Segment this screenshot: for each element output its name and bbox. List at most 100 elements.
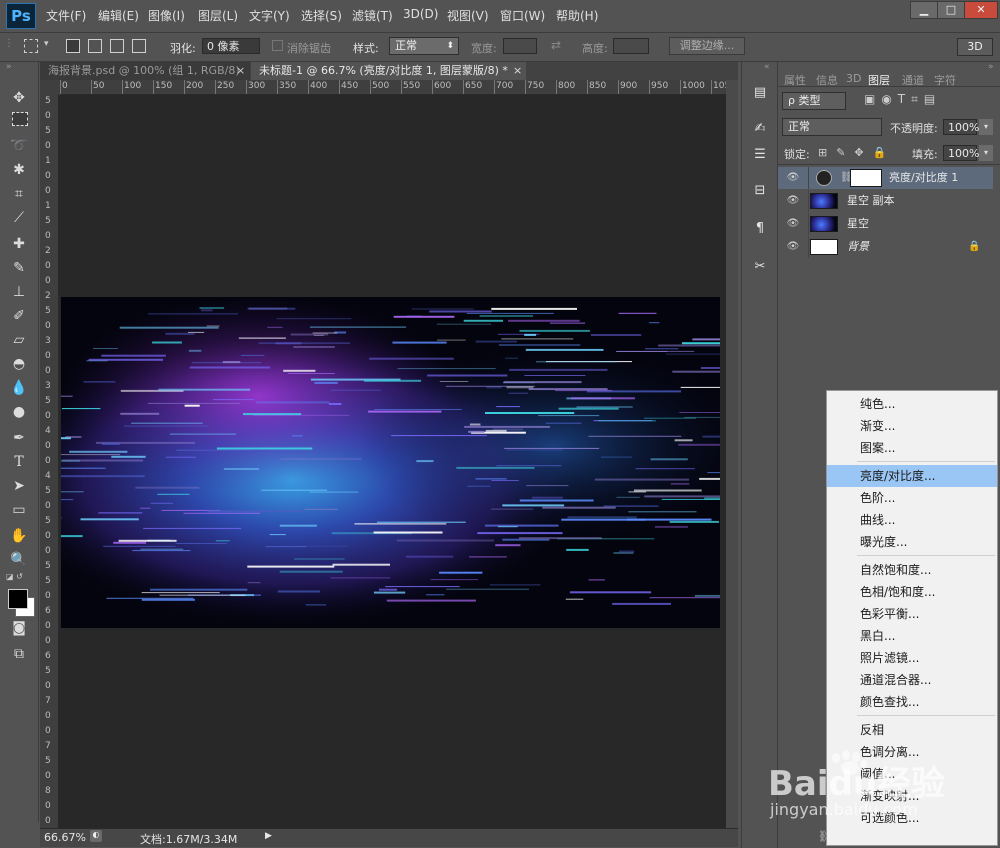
collapse-icon[interactable]: » — [6, 62, 12, 72]
visibility-eye-icon[interactable]: 👁 — [786, 194, 800, 208]
menu-window[interactable]: 窗口(W) — [500, 7, 545, 24]
menu-layer[interactable]: 图层(L) — [198, 7, 238, 24]
refine-edge-button[interactable]: 调整边缘... — [669, 37, 745, 55]
eraser-tool-icon[interactable]: ▱ — [9, 330, 29, 350]
visibility-eye-icon[interactable]: 👁 — [786, 171, 800, 185]
tools-options-panel-icon[interactable]: ✂ — [751, 258, 769, 276]
menu-item[interactable]: 黑白... — [827, 625, 997, 647]
adjustments-panel-icon[interactable]: ☰ — [751, 146, 769, 164]
menu-item[interactable]: 自然饱和度... — [827, 559, 997, 581]
history-panel-icon[interactable]: ▤ — [751, 84, 769, 102]
menu-item[interactable]: 照片滤镜... — [827, 647, 997, 669]
crop-tool-icon[interactable]: ⌗ — [9, 184, 29, 204]
intersect-selection-icon[interactable] — [132, 39, 146, 53]
workspace-dropdown[interactable]: 3D — [957, 38, 993, 56]
lasso-tool-icon[interactable]: ➰ — [9, 136, 29, 156]
collapse-icon[interactable]: » — [988, 62, 994, 72]
menu-item[interactable]: 色阶... — [827, 487, 997, 509]
menu-item[interactable]: 色彩平衡... — [827, 603, 997, 625]
paint-bucket-tool-icon[interactable]: ◓ — [9, 354, 29, 374]
opacity-input[interactable]: 100% — [943, 119, 979, 135]
menu-item[interactable]: 曝光度... — [827, 531, 997, 553]
history-brush-tool-icon[interactable]: ✐ — [9, 306, 29, 326]
chevron-down-icon[interactable]: ▾ — [44, 39, 49, 49]
magic-wand-tool-icon[interactable]: ✱ — [9, 160, 29, 180]
hand-tool-icon[interactable]: ✋ — [9, 526, 29, 546]
zoom-level[interactable]: 66.67% — [44, 831, 86, 844]
menu-item[interactable]: 色相/饱和度... — [827, 581, 997, 603]
marquee-tool-preset-icon[interactable] — [24, 39, 38, 53]
minimize-button[interactable]: ▁ — [910, 1, 938, 19]
tab-untitled-1[interactable]: 未标题-1 @ 66.7% (亮度/对比度 1, 图层蒙版/8) * × — [251, 62, 526, 80]
menu-item[interactable]: 渐变... — [827, 415, 997, 437]
pen-tool-icon[interactable]: ✒ — [9, 428, 29, 448]
style-dropdown[interactable]: 正常 ⬍ — [389, 37, 459, 55]
antialias-checkbox[interactable] — [272, 40, 283, 51]
horizontal-ruler[interactable]: 0 50 100 150 200 250 300 350 400 450 500 550 600 650 7… — [60, 80, 726, 95]
canvas-vertical-scrollbar[interactable] — [726, 80, 738, 828]
subtract-selection-icon[interactable] — [110, 39, 124, 53]
menu-edit[interactable]: 编辑(E) — [98, 7, 139, 24]
menu-type[interactable]: 文字(Y) — [249, 7, 290, 24]
tool-presets-panel-icon[interactable]: ⊟ — [751, 182, 769, 200]
filter-icons[interactable]: ▣◉T⌗▤ — [864, 92, 941, 107]
type-tool-icon[interactable]: T — [9, 452, 29, 472]
close-button[interactable]: ✕ — [964, 1, 998, 19]
dodge-tool-icon[interactable]: ● — [9, 402, 29, 422]
vertical-ruler[interactable]: 5 0 5 0 1 0 0 1 5 0 2 0 0 2 5 0 3 0 0 3 5 0 4 0 0 4 5 0 5 0 0 5 5 0 6 0 0 6 5 0… — [40, 94, 59, 828]
brush-preset-panel-icon[interactable]: ✍ — [751, 120, 769, 138]
tab-close-icon[interactable]: × — [236, 62, 245, 80]
tab-3d[interactable]: 3D — [846, 72, 861, 85]
swap-icon[interactable]: ⇄ — [551, 38, 561, 52]
status-menu-arrow[interactable]: ▶ — [265, 831, 272, 841]
fill-input[interactable]: 100% — [943, 145, 979, 161]
menu-view[interactable]: 视图(V) — [447, 7, 489, 24]
default-colors-icon[interactable]: ◪ ↺ — [6, 572, 23, 581]
collapse-icon[interactable]: « — [764, 62, 770, 72]
zoom-tool-icon[interactable]: 🔍 — [9, 550, 29, 570]
feather-input[interactable]: 0 像素 — [202, 38, 260, 54]
layer-mask-thumbnail[interactable] — [850, 169, 882, 187]
document-image[interactable] — [61, 297, 720, 628]
tab-layers[interactable]: 图层 — [864, 68, 894, 92]
menu-item[interactable]: 曲线... — [827, 509, 997, 531]
width-input[interactable] — [503, 38, 537, 54]
layer-row-starfield[interactable]: 👁 星空 — [778, 213, 993, 235]
lock-icons[interactable]: ⊞✎✥🔒 — [818, 146, 895, 159]
layer-row-brightness-contrast[interactable]: 👁 ⛓ 亮度/对比度 1 — [778, 167, 993, 189]
layer-filter-dropdown[interactable]: ρ 类型 — [782, 92, 846, 110]
menu-help[interactable]: 帮助(H) — [556, 7, 598, 24]
healing-brush-tool-icon[interactable]: ✚ — [9, 234, 29, 254]
menu-item[interactable]: 纯色... — [827, 393, 997, 415]
add-selection-icon[interactable] — [88, 39, 102, 53]
layer-row-background[interactable]: 👁 背景 🔒 — [778, 236, 993, 258]
height-input[interactable] — [613, 38, 649, 54]
rect-marquee-tool-icon[interactable] — [12, 112, 28, 126]
menu-item[interactable]: 颜色查找... — [827, 691, 997, 713]
move-tool-icon[interactable]: ✥ — [9, 88, 29, 108]
screen-mode-icon[interactable]: ⧉ — [9, 644, 29, 664]
brush-tool-icon[interactable]: ✎ — [9, 258, 29, 278]
menu-file[interactable]: 文件(F) — [46, 7, 86, 24]
menu-item[interactable]: 图案... — [827, 437, 997, 459]
blend-mode-dropdown[interactable]: 正常 — [782, 118, 882, 136]
rectangle-tool-icon[interactable]: ▭ — [9, 500, 29, 520]
visibility-eye-icon[interactable]: 👁 — [786, 217, 800, 231]
menu-select[interactable]: 选择(S) — [301, 7, 342, 24]
quick-mask-icon[interactable]: ◙ — [9, 618, 29, 638]
clone-stamp-tool-icon[interactable]: ⊥ — [9, 282, 29, 302]
path-selection-tool-icon[interactable]: ➤ — [9, 476, 29, 496]
tab-poster-background[interactable]: 海报背景.psd @ 100% (组 1, RGB/8) × — [40, 62, 250, 80]
menu-item[interactable]: 亮度/对比度... — [827, 465, 997, 487]
menu-item[interactable]: 反相 — [827, 719, 997, 741]
ruler-origin[interactable] — [40, 80, 60, 94]
layer-row-starfield-copy[interactable]: 👁 星空 副本 — [778, 190, 993, 212]
maximize-button[interactable]: □ — [937, 1, 965, 19]
tab-close-icon[interactable]: × — [513, 62, 522, 80]
menu-image[interactable]: 图像(I) — [148, 7, 185, 24]
menu-filter[interactable]: 滤镜(T) — [352, 7, 393, 24]
menu-item[interactable]: 通道混合器... — [827, 669, 997, 691]
paragraph-panel-icon[interactable]: ¶ — [751, 220, 769, 238]
menu-3d[interactable]: 3D(D) — [403, 7, 438, 21]
chevron-down-icon[interactable]: ▾ — [979, 119, 993, 135]
